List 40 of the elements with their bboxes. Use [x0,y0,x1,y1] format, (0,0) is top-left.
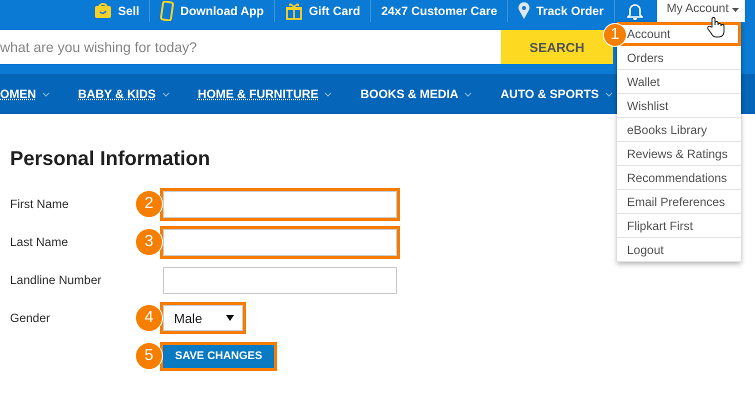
account-menu-item[interactable]: Orders [617,46,741,70]
caret-down-icon [732,8,739,12]
field-label: Landline Number [10,273,102,287]
chevron-down-icon [464,92,472,96]
gift-icon [284,2,303,20]
chevron-down-icon [162,92,170,96]
chevron-down-icon [604,92,613,96]
save-changes-button[interactable]: SAVE CHANGES [163,344,274,368]
step-marker: 3 [135,228,163,256]
my-account-menu-button[interactable]: My Account [656,0,745,22]
search-field[interactable]: what are you wishing for today? [0,30,501,64]
field-label: First Name [10,197,69,211]
caret-down-icon [226,315,234,321]
account-menu-item[interactable]: eBooks Library [617,118,741,142]
account-menu-item[interactable]: Wishlist [617,94,741,118]
gender-dropdown[interactable]: Male [163,305,243,331]
chevron-down-icon [324,92,332,96]
category-menu-item[interactable]: BOOKS & MEDIA [360,87,482,101]
account-menu-item[interactable]: Flipkart First [617,214,741,238]
account-menu-item[interactable]: Wallet [617,70,741,94]
account-menu-item[interactable]: Reviews & Ratings [617,142,741,166]
phone-icon [160,1,174,21]
map-pin-icon [518,2,530,20]
step-marker: 5 [135,342,163,370]
shopping-bag-icon [94,3,112,19]
account-menu-item[interactable]: Email Preferences [617,190,741,214]
category-menu-item[interactable]: HOME & FURNITURE [198,87,342,101]
chevron-down-icon [42,92,50,96]
field-label: Last Name [10,235,68,249]
text-input-field[interactable] [163,266,397,294]
category-menu-item[interactable]: OMEN [0,87,60,101]
step-marker: 2 [135,190,163,218]
section-title: Personal Information [10,148,210,171]
notification-bell-icon[interactable] [626,2,643,20]
category-menu-item[interactable]: BABY & KIDS [78,87,180,101]
account-menu-item[interactable]: Recommendations [617,166,741,190]
search-button[interactable]: SEARCH [501,30,613,64]
field-label: Gender [10,311,50,325]
account-menu-item[interactable]: Logout [617,238,741,262]
step-marker: 4 [135,304,163,332]
